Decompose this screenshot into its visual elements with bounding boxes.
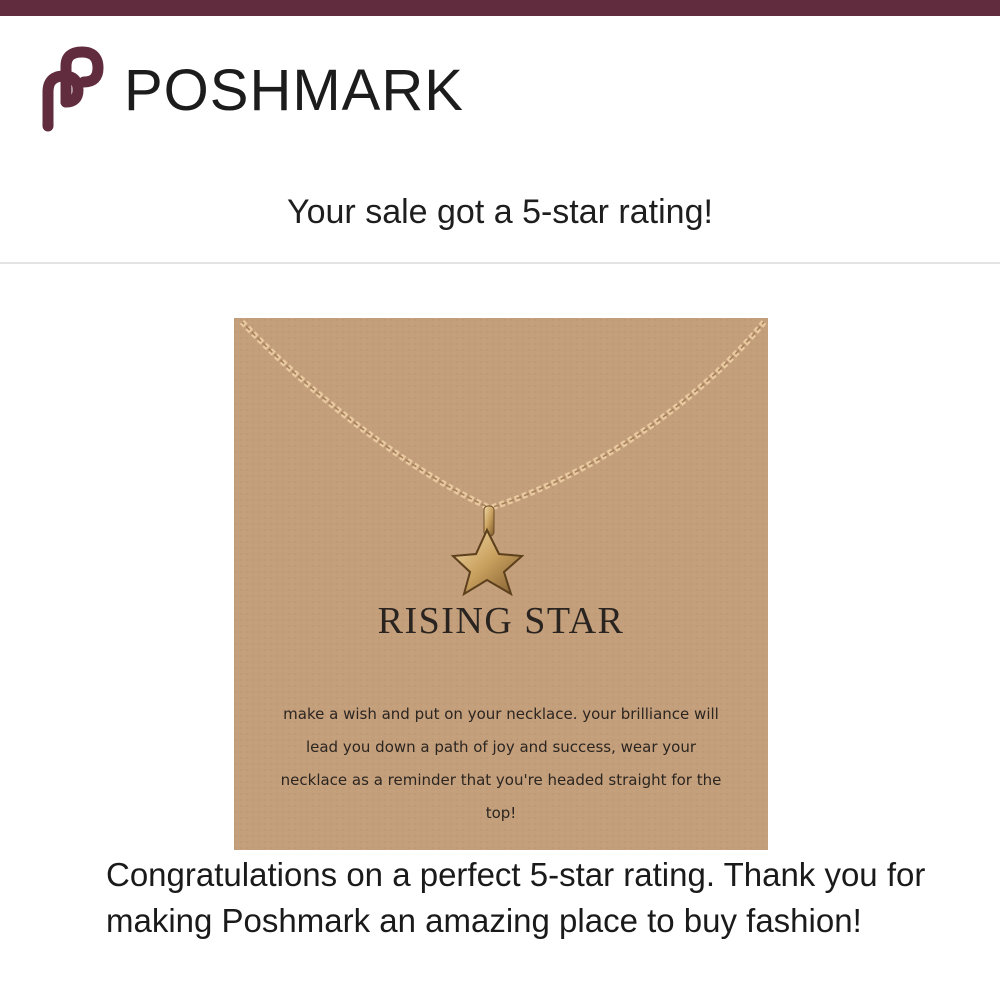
card-text: make a wish and put on your necklace. yo… (280, 705, 722, 822)
brand-name[interactable]: POSHMARK (124, 62, 464, 120)
top-brand-bar (0, 0, 1000, 16)
header-divider (0, 262, 1000, 264)
product-image[interactable]: RISING STAR make a wish and put on your … (234, 318, 768, 850)
congratulations-message: Congratulations on a perfect 5-star rati… (106, 856, 926, 939)
email-header: POSHMARK (0, 16, 1000, 166)
email-subject: Your sale got a 5-star rating! (287, 193, 713, 231)
poshmark-logo-icon[interactable] (26, 44, 106, 134)
card-title: RISING STAR (377, 600, 625, 642)
